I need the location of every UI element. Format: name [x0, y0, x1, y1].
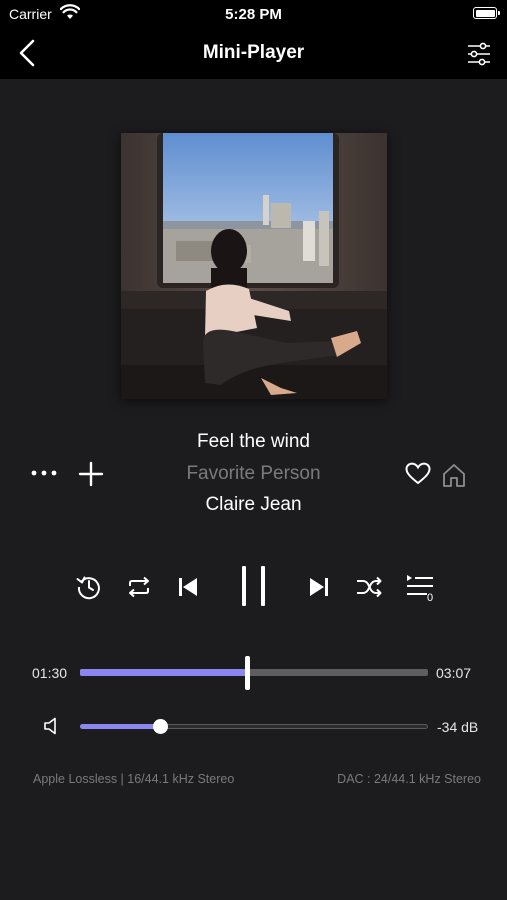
total-duration: 03:07 [436, 665, 472, 681]
position-slider-handle[interactable] [244, 656, 250, 690]
previous-track-icon [179, 578, 197, 596]
volume-slider-fill [80, 724, 161, 729]
audio-format-info: Apple Lossless | 16/44.1 kHz Stereo [33, 772, 235, 786]
favorite-button[interactable] [405, 462, 431, 486]
artist-name[interactable]: Claire Jean [0, 494, 507, 516]
equalizer-settings-icon [468, 42, 490, 66]
next-track-button[interactable] [307, 575, 331, 599]
clock-time: 5:28 PM [225, 6, 282, 23]
add-icon [78, 461, 104, 487]
dac-info: DAC : 24/44.1 kHz Stereo [337, 772, 481, 786]
album-artwork[interactable] [121, 133, 387, 399]
shuffle-button[interactable] [355, 575, 383, 599]
volume-db-label: -34 dB [437, 719, 479, 735]
volume-slider[interactable] [80, 724, 428, 729]
next-track-icon [310, 578, 328, 596]
elapsed-time: 01:30 [32, 665, 68, 681]
equalizer-settings-button[interactable] [465, 40, 493, 68]
shuffle-icon [357, 576, 382, 598]
more-icon [31, 470, 57, 476]
song-title: Feel the wind [196, 431, 310, 452]
heart-icon [405, 462, 431, 485]
repeat-button[interactable] [125, 575, 153, 599]
queue-count: 0 [427, 592, 434, 604]
rewind-15-button[interactable] [75, 573, 103, 601]
position-slider-fill [80, 669, 248, 676]
rewind-15-icon [76, 576, 100, 600]
speaker-button[interactable] [43, 716, 63, 736]
previous-track-button[interactable] [176, 575, 200, 599]
nav-bar: Mini-Player [0, 28, 507, 79]
repeat-icon [129, 576, 149, 598]
page-title: Mini-Player [202, 42, 305, 63]
more-button[interactable] [30, 463, 58, 483]
queue-list-icon [407, 575, 433, 595]
status-bar: Carrier 5:28 PM [0, 0, 507, 28]
speaker-icon [44, 717, 56, 735]
album-artwork-image [121, 133, 387, 399]
position-slider[interactable] [80, 669, 428, 676]
home-button[interactable] [441, 462, 467, 488]
add-button[interactable] [78, 461, 104, 487]
queue-button[interactable]: 0 [405, 573, 439, 605]
battery-icon [473, 7, 500, 19]
pause-button[interactable] [238, 564, 272, 608]
pause-icon [242, 566, 265, 606]
volume-slider-handle[interactable] [152, 719, 168, 734]
home-icon [443, 464, 465, 487]
